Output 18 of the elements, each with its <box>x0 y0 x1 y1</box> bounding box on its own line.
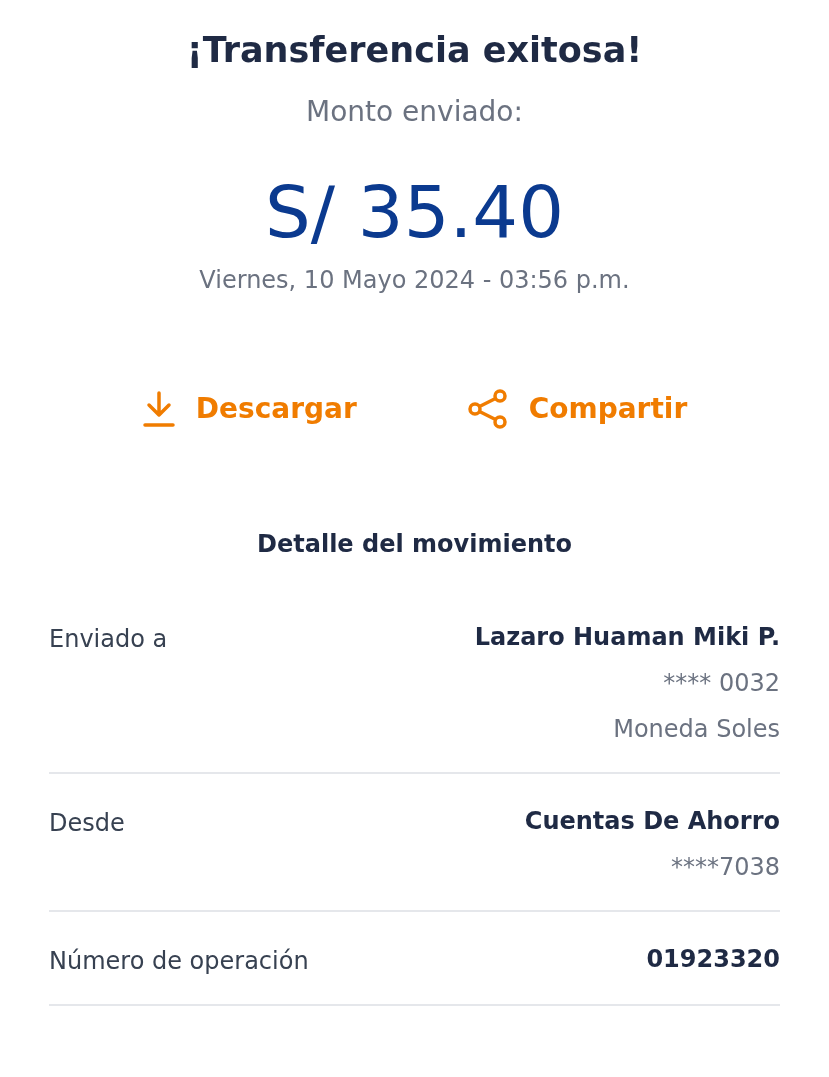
detail-value: Lazaro Huaman Miki P. <box>474 622 780 653</box>
share-button[interactable]: Compartir <box>466 388 688 430</box>
detail-subtext: Moneda Soles <box>613 714 780 745</box>
amount-value: S/ 35.40 <box>265 170 564 254</box>
detail-label: Enviado a <box>49 624 168 655</box>
detail-value: Cuentas De Ahorro <box>524 806 780 837</box>
amount-label: Monto enviado: <box>306 94 523 130</box>
detail-label: Desde <box>49 808 125 839</box>
detail-value: 01923320 <box>646 944 780 975</box>
detail-subtext: ****7038 <box>670 852 780 883</box>
download-icon <box>141 390 176 428</box>
detail-label: Número de operación <box>49 946 309 977</box>
download-button[interactable]: Descargar <box>141 388 357 430</box>
detail-subtext: **** 0032 <box>663 668 780 699</box>
share-icon <box>466 389 509 429</box>
section-title: Detalle del movimiento <box>257 529 572 560</box>
success-title: ¡Transferencia exitosa! <box>186 29 643 72</box>
transfer-date: Viernes, 10 Mayo 2024 - 03:56 p.m. <box>199 265 630 296</box>
